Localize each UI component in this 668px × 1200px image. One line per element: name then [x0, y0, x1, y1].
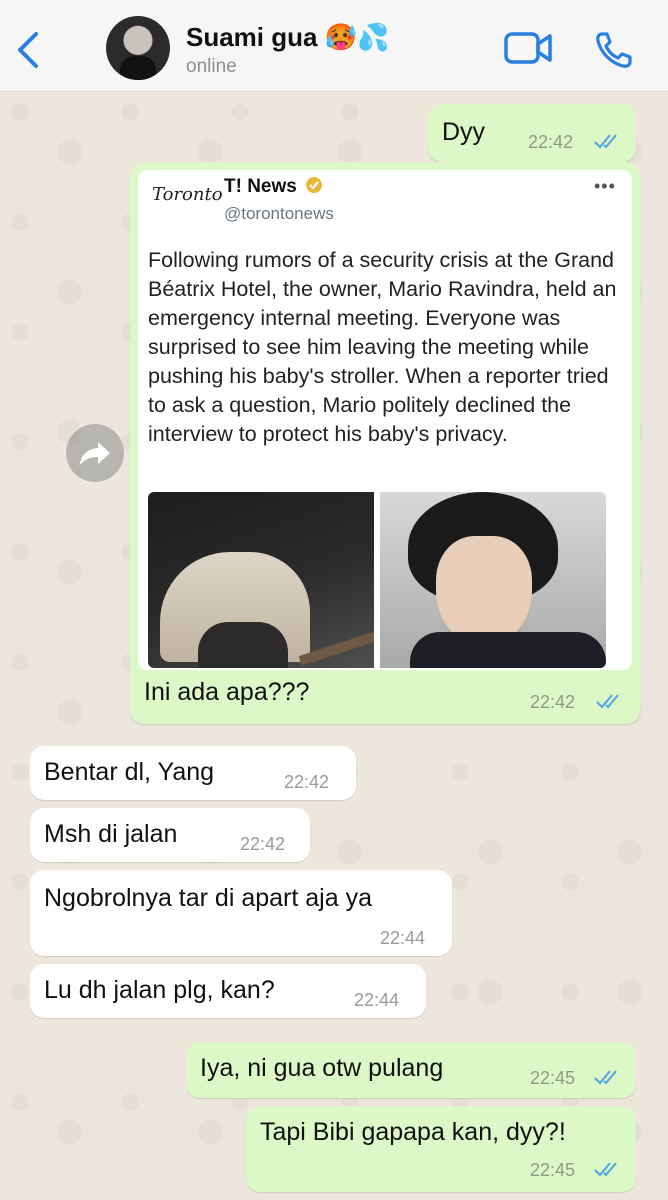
double-check-icon: [594, 1162, 617, 1177]
back-button[interactable]: [12, 28, 44, 72]
message-bubble-outgoing[interactable]: Tapi Bibi gapapa kan, dyy?! 22:45: [246, 1106, 636, 1192]
person-suit: [410, 632, 606, 668]
message-time: 22:42: [528, 132, 574, 152]
contact-name[interactable]: Suami gua 🥵💦: [186, 22, 389, 53]
video-call-button[interactable]: [504, 30, 552, 66]
message-bubble-incoming[interactable]: Lu dh jalan plg, kan? 22:44: [30, 964, 426, 1018]
verified-badge-icon: [306, 177, 322, 193]
message-text: Lu dh jalan plg, kan?: [44, 976, 275, 1004]
stroller-photo: [148, 492, 374, 668]
man-photo: [380, 492, 606, 668]
message-time: 22:42: [240, 834, 286, 854]
message-bubble-outgoing[interactable]: Iya, ni gua otw pulang 22:45: [186, 1042, 636, 1098]
phone-icon: [596, 32, 632, 68]
message-time: 22:44: [380, 928, 426, 948]
news-logo: Toronto: [152, 184, 223, 205]
more-options-icon: •••: [594, 176, 616, 196]
message-time: 22:45: [530, 1068, 576, 1088]
double-check-icon: [594, 1070, 617, 1085]
message-text: Ngobrolnya tar di apart aja ya: [44, 884, 372, 912]
double-check-icon: [596, 694, 619, 709]
contact-status: online: [186, 56, 237, 77]
message-time: 22:42: [530, 692, 576, 712]
voice-call-button[interactable]: [594, 30, 634, 70]
message-time: 22:42: [284, 772, 330, 792]
forward-arrow-icon: [80, 442, 110, 465]
tweet-body: Following rumors of a security crisis at…: [148, 248, 617, 446]
message-bubble-incoming[interactable]: Bentar dl, Yang 22:42: [30, 746, 356, 800]
tweet-author: T! News: [224, 176, 297, 197]
message-time: 22:45: [530, 1160, 576, 1180]
message-bubble-incoming[interactable]: Ngobrolnya tar di apart aja ya 22:44: [30, 870, 452, 956]
tweet-handle: @torontonews: [224, 204, 334, 223]
video-camera-icon: [504, 32, 552, 64]
message-text: Tapi Bibi gapapa kan, dyy?!: [260, 1118, 566, 1146]
message-bubble-incoming[interactable]: Msh di jalan 22:42: [30, 808, 310, 862]
tweet-screenshot[interactable]: Toronto T! News @torontonews ••• Followi…: [138, 170, 632, 670]
message-time: 22:44: [354, 990, 400, 1010]
message-text: Iya, ni gua otw pulang: [200, 1054, 444, 1082]
double-check-icon: [594, 134, 617, 149]
message-bubble-outgoing[interactable]: Dyy 22:42: [428, 104, 636, 162]
stroller-seat: [198, 622, 288, 668]
chevron-left-icon: [18, 32, 38, 68]
image-caption: Ini ada apa???: [144, 678, 310, 706]
message-text: Bentar dl, Yang: [44, 758, 215, 786]
person-face: [436, 536, 532, 646]
forward-button[interactable]: [66, 424, 124, 482]
message-text: Msh di jalan: [44, 820, 178, 848]
message-text: Dyy: [442, 118, 486, 146]
chat-header: Suami gua 🥵💦 online: [0, 0, 668, 92]
contact-avatar[interactable]: [106, 16, 170, 80]
